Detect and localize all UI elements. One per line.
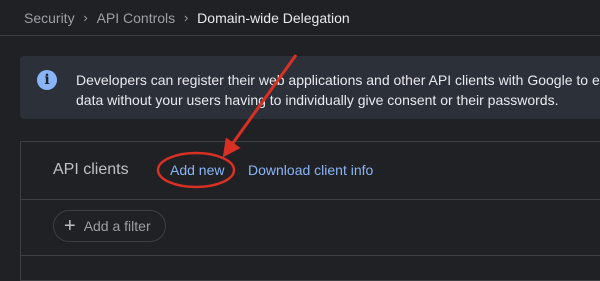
chevron-right-icon: › — [184, 10, 189, 25]
api-clients-card: API clients Add new Download client info… — [20, 141, 600, 281]
breadcrumb-api-controls[interactable]: API Controls — [97, 10, 176, 26]
add-filter-label: Add a filter — [83, 218, 151, 234]
plus-icon: + — [64, 215, 76, 237]
breadcrumb: Security › API Controls › Domain-wide De… — [0, 0, 600, 36]
download-client-info-link[interactable]: Download client info — [248, 162, 373, 178]
add-new-link[interactable]: Add new — [170, 162, 224, 178]
breadcrumb-security[interactable]: Security — [24, 10, 75, 26]
info-icon: i — [37, 70, 57, 90]
api-clients-header: API clients Add new Download client info — [21, 142, 600, 200]
filter-row: + Add a filter — [21, 200, 600, 256]
chevron-right-icon: › — [83, 10, 88, 25]
page-title: Domain-wide Delegation — [197, 9, 350, 26]
api-clients-title: API clients — [53, 161, 129, 178]
info-text-line-2: data without your users having to indivi… — [76, 92, 559, 108]
add-filter-button[interactable]: + Add a filter — [53, 210, 166, 242]
info-text: Developers can register their web applic… — [76, 70, 600, 110]
info-banner: i Developers can register their web appl… — [20, 56, 600, 119]
info-text-line-1: Developers can register their web applic… — [76, 72, 600, 88]
